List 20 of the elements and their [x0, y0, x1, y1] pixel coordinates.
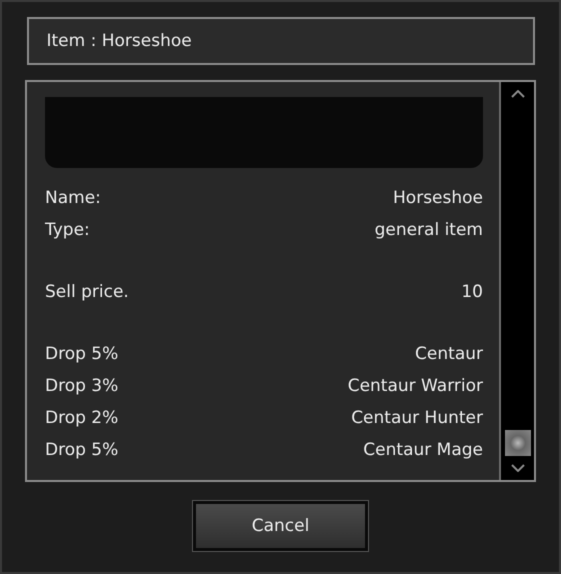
field-value: Centaur Mage: [363, 440, 483, 460]
scroll-up-icon[interactable]: [510, 90, 524, 98]
scrollbar[interactable]: [501, 82, 534, 480]
field-label: Drop 2%: [45, 408, 118, 428]
field-label: Sell price.: [45, 282, 129, 302]
window-title: Item : Horseshoe: [46, 31, 192, 51]
scroll-down-icon[interactable]: [510, 464, 524, 472]
field-value: Horseshoe: [393, 188, 483, 208]
field-label: Drop 5%: [45, 344, 118, 364]
scroll-thumb[interactable]: [504, 430, 530, 456]
field-value: Centaur: [415, 344, 483, 364]
field-value: Centaur Hunter: [351, 408, 483, 428]
field-label: Name:: [45, 188, 101, 208]
field-label: Type:: [45, 220, 90, 240]
field-label: Drop 5%: [45, 440, 118, 460]
field-value: Centaur Warrior: [348, 376, 483, 396]
cancel-button[interactable]: Cancel: [193, 501, 368, 551]
field-value: 10: [461, 282, 483, 302]
field-label: Drop 3%: [45, 376, 118, 396]
field-value: general item: [374, 220, 483, 240]
